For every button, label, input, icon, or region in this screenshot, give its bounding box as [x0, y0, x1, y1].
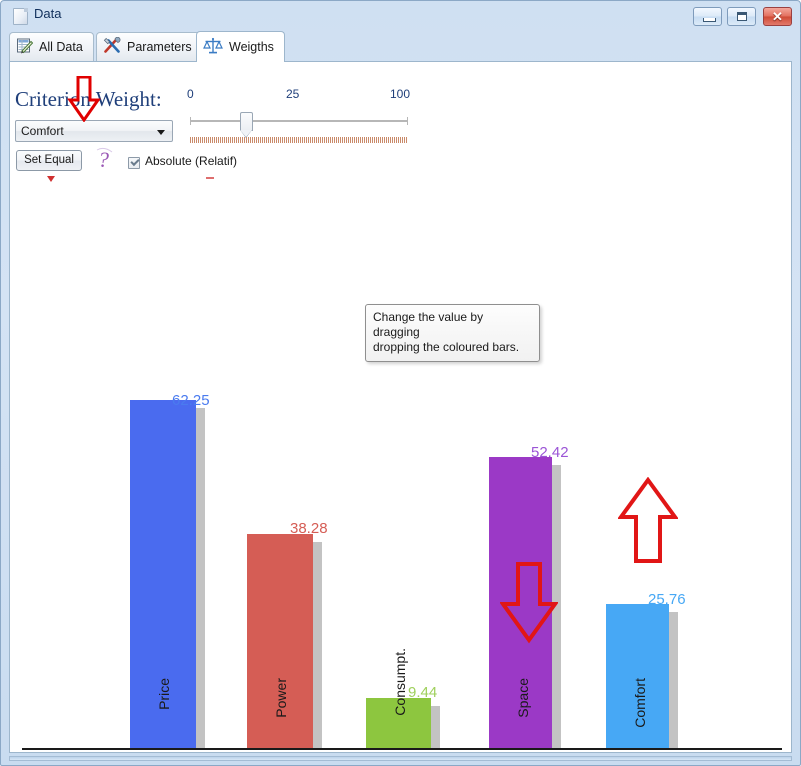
red-mark-relatif [206, 168, 216, 186]
document-icon [13, 8, 28, 25]
window-bottom-strip [9, 756, 792, 761]
minimize-icon [703, 18, 716, 22]
bar-shadow-comfort [669, 612, 678, 748]
bar-value-space: 52.42 [531, 444, 569, 461]
bar-label-space: Space [515, 678, 531, 718]
tab-weigths[interactable]: Weigths [196, 31, 285, 62]
bar-shadow-consumpt [431, 706, 440, 748]
weights-panel: Criterion Weight: Comfort Set Equal ? Ab… [9, 61, 792, 753]
close-button[interactable]: ✕ [763, 7, 792, 26]
tab-all-data[interactable]: All Data [9, 32, 94, 61]
red-arrow-tip-set-equal [46, 170, 56, 188]
bar-shadow-price [196, 408, 205, 748]
bar-label-price: Price [156, 678, 172, 710]
bar-value-comfort: 25.76 [648, 591, 686, 608]
weights-bar-chart: 62.25 Price 38.28 Power 9.44 Consumpt. 5… [10, 62, 791, 752]
bar-label-power: Power [273, 678, 289, 718]
tab-all-data-label: All Data [39, 40, 83, 54]
window-title: Data [34, 6, 62, 21]
bar-label-comfort: Comfort [632, 678, 648, 728]
tab-weigths-label: Weigths [229, 40, 274, 54]
balance-scale-icon [203, 37, 223, 58]
maximize-button[interactable] [727, 7, 756, 26]
bar-value-consumpt: 9.44 [408, 684, 438, 701]
minimize-button[interactable] [693, 7, 722, 26]
red-down-arrow-space [499, 562, 559, 649]
tab-parameters-label: Parameters [127, 40, 192, 54]
tab-strip: All Data Parameters Weigths [9, 31, 792, 62]
title-bar: Data ✕ [1, 1, 800, 28]
bar-value-power: 38.28 [290, 520, 328, 537]
bar-shadow-power [313, 542, 322, 748]
maximize-icon [737, 12, 747, 21]
red-down-arrow-criterion [67, 75, 101, 127]
bar-value-price: 62.25 [172, 392, 210, 409]
red-up-arrow-comfort [617, 476, 679, 570]
spreadsheet-pencil-icon [16, 37, 34, 57]
chart-baseline [22, 748, 782, 750]
application-window: Data ✕ All Data Parameters Weigths Crite… [0, 0, 801, 766]
tools-icon [103, 36, 121, 57]
close-icon: ✕ [772, 9, 783, 24]
tab-parameters[interactable]: Parameters [96, 32, 200, 61]
bar-label-consumpt: Consumpt. [392, 648, 408, 716]
